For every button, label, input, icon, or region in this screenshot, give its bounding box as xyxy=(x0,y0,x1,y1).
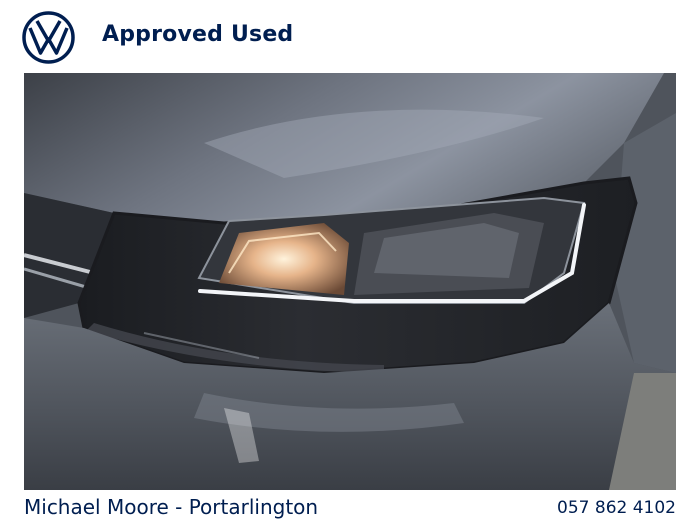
dealer-phone[interactable]: 057 862 4102 xyxy=(557,498,676,518)
header-bar: Approved Used xyxy=(0,0,700,72)
dealer-name: Michael Moore - Portarlington xyxy=(24,495,319,519)
vw-logo-icon[interactable] xyxy=(22,11,75,64)
footer-bar: Michael Moore - Portarlington 057 862 41… xyxy=(0,490,700,525)
page-title: Approved Used xyxy=(102,22,294,47)
car-headlight-photo xyxy=(24,73,676,490)
